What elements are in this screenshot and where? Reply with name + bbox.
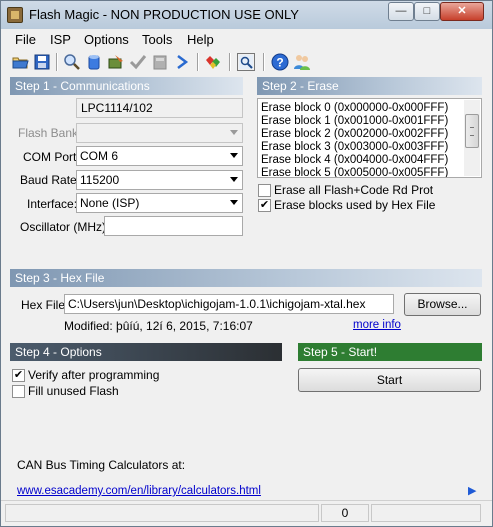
com-port-value: COM 6 [80, 149, 119, 163]
start-button[interactable]: Start [298, 368, 481, 392]
program-icon[interactable] [107, 53, 125, 71]
com-port-label: COM Port: [23, 150, 80, 164]
device-name-field[interactable]: LPC1114/102 [76, 98, 243, 118]
fill-unused-checkbox[interactable] [12, 385, 25, 398]
step2-header: Step 2 - Erase [257, 77, 482, 95]
interface-value: None (ISP) [80, 196, 140, 210]
status-count: 0 [321, 504, 369, 522]
scrollbar-thumb[interactable] [465, 114, 479, 148]
toolbar: ? [1, 50, 492, 74]
chevron-down-icon [230, 200, 238, 205]
oscillator-label: Oscillator (MHz): [20, 220, 110, 234]
close-icon: ✕ [457, 5, 467, 17]
sheet-preview-icon[interactable] [237, 53, 255, 71]
list-item[interactable]: Erase block 3 (0x003000-0x003FFF) [261, 141, 448, 154]
step3-header: Step 3 - Hex File [10, 269, 482, 287]
baud-rate-value: 115200 [80, 173, 120, 187]
chevron-down-icon [230, 177, 238, 182]
more-info-link[interactable]: more info [353, 319, 401, 331]
toolbar-separator [229, 53, 231, 71]
modified-timestamp: Modified: þûíú, 12í 6, 2015, 7:16:07 [64, 319, 253, 333]
close-button[interactable]: ✕ [440, 2, 484, 21]
list-item[interactable]: Erase block 1 (0x001000-0x001FFF) [261, 115, 448, 128]
menu-options[interactable]: Options [84, 32, 129, 47]
app-window: Flash Magic - NON PRODUCTION USE ONLY — … [0, 0, 493, 527]
chevron-down-icon [230, 130, 238, 135]
open-folder-icon[interactable] [11, 53, 29, 71]
can-bus-info-text: CAN Bus Timing Calculators at: [17, 458, 186, 472]
verify-checkbox[interactable]: ✔ [12, 369, 25, 382]
com-port-select[interactable]: COM 6 [76, 146, 243, 166]
minimize-icon: — [395, 5, 407, 17]
baud-rate-select[interactable]: 115200 [76, 170, 243, 190]
erase-all-checkbox[interactable] [258, 184, 271, 197]
list-item[interactable]: Erase block 0 (0x000000-0x000FFF) [261, 102, 448, 115]
toolbar-separator [56, 53, 58, 71]
flash-bank-label: Flash Bank: [18, 126, 82, 140]
erase-list-scrollbar[interactable] [464, 100, 480, 176]
next-arrow-icon[interactable]: ▶ [468, 484, 476, 497]
step4-header: Step 4 - Options [10, 343, 282, 361]
maximize-button[interactable]: □ [414, 2, 440, 21]
toolbar-separator [263, 53, 265, 71]
chevron-down-icon [230, 153, 238, 158]
gems-icon[interactable] [204, 53, 222, 71]
browse-button[interactable]: Browse... [404, 293, 481, 316]
hex-file-input[interactable]: C:\Users\jun\Desktop\ichigojam-1.0.1\ich… [64, 294, 394, 314]
menu-isp[interactable]: ISP [50, 32, 71, 47]
save-icon[interactable] [33, 53, 51, 71]
erase-bucket-icon[interactable] [85, 53, 103, 71]
menu-file[interactable]: File [15, 32, 36, 47]
status-bar: 0 [1, 500, 492, 527]
step5-header: Step 5 - Start! [298, 343, 482, 361]
status-message-cell [5, 504, 319, 522]
verify-label: Verify after programming [28, 368, 160, 382]
interface-select[interactable]: None (ISP) [76, 193, 243, 213]
menu-bar: File ISP Options Tools Help [1, 29, 492, 49]
help-icon[interactable]: ? [271, 53, 289, 71]
fill-unused-label: Fill unused Flash [28, 384, 119, 398]
menu-tools[interactable]: Tools [142, 32, 172, 47]
flash-bank-select[interactable] [76, 123, 243, 143]
interface-label: Interface: [27, 197, 78, 211]
maximize-icon: □ [423, 5, 431, 17]
minimize-button[interactable]: — [388, 2, 414, 21]
list-item[interactable]: Erase block 4 (0x004000-0x004FFF) [261, 154, 448, 167]
calculators-link[interactable]: www.esacademy.com/en/library/calculators… [17, 485, 261, 497]
oscillator-input[interactable] [104, 216, 243, 236]
find-icon[interactable] [63, 53, 81, 71]
svg-text:?: ? [276, 56, 283, 70]
hex-file-label: Hex File: [21, 298, 69, 312]
window-title: Flash Magic - NON PRODUCTION USE ONLY [29, 7, 299, 22]
list-item[interactable]: Erase block 5 (0x005000-0x005FFF) [261, 167, 448, 177]
menu-help[interactable]: Help [187, 32, 214, 47]
title-bar[interactable]: Flash Magic - NON PRODUCTION USE ONLY — … [1, 1, 492, 29]
flash-magic-app-icon [7, 7, 23, 23]
progress-cell [371, 504, 481, 522]
erase-used-label: Erase blocks used by Hex File [274, 198, 436, 212]
verify-check-icon[interactable] [129, 53, 147, 71]
erase-used-checkbox[interactable]: ✔ [258, 199, 271, 212]
step1-header: Step 1 - Communications [10, 77, 243, 95]
go-arrow-icon[interactable] [173, 53, 191, 71]
erase-all-label: Erase all Flash+Code Rd Prot [274, 183, 434, 197]
baud-rate-label: Baud Rate: [20, 173, 81, 187]
users-icon[interactable] [293, 53, 311, 71]
blank-check-icon[interactable] [151, 53, 169, 71]
erase-block-list[interactable]: Erase block 0 (0x000000-0x000FFF) Erase … [257, 98, 482, 178]
toolbar-separator [197, 53, 199, 71]
list-item[interactable]: Erase block 2 (0x002000-0x002FFF) [261, 128, 448, 141]
